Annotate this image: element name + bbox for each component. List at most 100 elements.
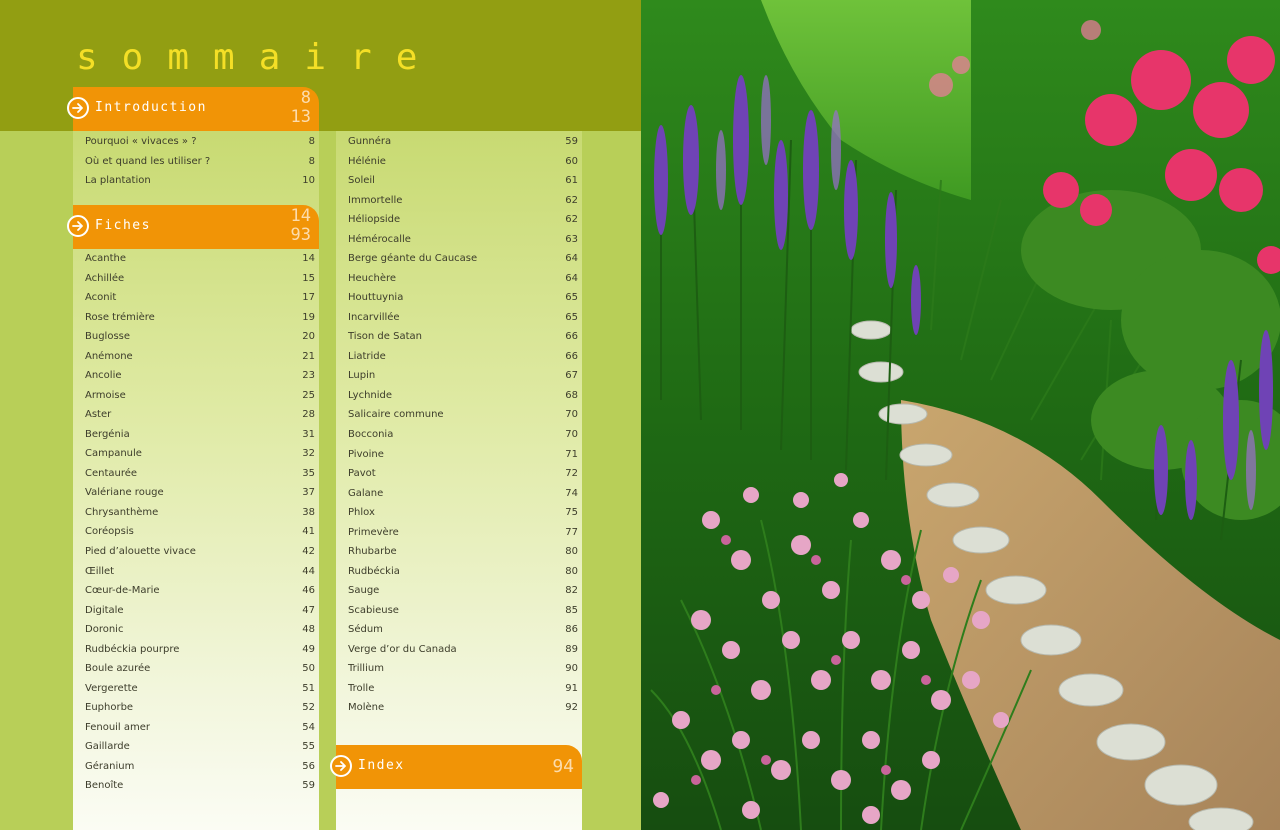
toc-entry[interactable]: Benoîte 59: [85, 776, 315, 796]
entry-page: 19: [302, 311, 315, 323]
toc-entry[interactable]: Phlox 75: [348, 503, 578, 523]
entry-page: 71: [565, 448, 578, 460]
toc-entry[interactable]: Hélénie 60: [348, 152, 578, 172]
entry-name: Pied d’alouette vivace: [85, 545, 196, 557]
toc-entry[interactable]: Géranium 56: [85, 756, 315, 776]
toc-entry[interactable]: Digitale 47: [85, 600, 315, 620]
toc-entry[interactable]: Trolle 91: [348, 678, 578, 698]
toc-entry[interactable]: Vergerette 51: [85, 678, 315, 698]
toc-entry[interactable]: Primevère 77: [348, 522, 578, 542]
entry-page: 35: [302, 467, 315, 479]
section-page-range: 14 93: [271, 207, 311, 245]
entry-page: 70: [565, 428, 578, 440]
toc-entry[interactable]: Lychnide 68: [348, 386, 578, 406]
toc-entry[interactable]: Pourquoi « vivaces » ? 8: [85, 132, 315, 152]
toc-entry[interactable]: Armoise 25: [85, 386, 315, 406]
toc-entry[interactable]: Pivoine 71: [348, 444, 578, 464]
toc-entry[interactable]: Campanule 32: [85, 444, 315, 464]
entry-page: 46: [302, 585, 315, 597]
section-page: 94: [552, 756, 574, 777]
toc-entry[interactable]: Rhubarbe 80: [348, 542, 578, 562]
toc-entry[interactable]: Rudbéckia pourpre 49: [85, 639, 315, 659]
toc-entry[interactable]: Liatride 66: [348, 347, 578, 367]
toc-entry[interactable]: Rose trémière 19: [85, 308, 315, 328]
entry-page: 61: [565, 175, 578, 187]
toc-entry[interactable]: Lupin 67: [348, 366, 578, 386]
toc-entry[interactable]: Centaurée 35: [85, 464, 315, 484]
entry-name: Achillée: [85, 272, 125, 284]
toc-entry[interactable]: Rudbéckia 80: [348, 561, 578, 581]
entry-page: 65: [565, 292, 578, 304]
toc-entry[interactable]: Buglosse 20: [85, 327, 315, 347]
toc-entry[interactable]: Où et quand les utiliser ? 8: [85, 152, 315, 172]
toc-entry[interactable]: Valériane rouge 37: [85, 483, 315, 503]
toc-entry[interactable]: Soleil 61: [348, 171, 578, 191]
section-header-introduction[interactable]: Introduction 8 13: [67, 87, 319, 131]
section-label: Index: [358, 758, 405, 773]
section-header-fiches[interactable]: Fiches 14 93: [67, 205, 319, 249]
toc-entry[interactable]: Œillet 44: [85, 561, 315, 581]
toc-entry[interactable]: Immortelle 62: [348, 191, 578, 211]
toc-entry[interactable]: Bocconia 70: [348, 425, 578, 445]
entry-name: Rose trémière: [85, 311, 155, 323]
toc-entry[interactable]: Boule azurée 50: [85, 659, 315, 679]
toc-entry[interactable]: Incarvillée 65: [348, 308, 578, 328]
garden-photo: [641, 0, 1280, 830]
entry-name: Gunnéra: [348, 136, 392, 148]
entry-name: Rudbéckia pourpre: [85, 643, 180, 655]
toc-entry[interactable]: Gunnéra 59: [348, 132, 578, 152]
entry-page: 28: [302, 409, 315, 421]
toc-entry[interactable]: Sédum 86: [348, 620, 578, 640]
arrow-right-icon: [330, 755, 352, 777]
entry-name: Molène: [348, 702, 385, 714]
section-header-index[interactable]: Index 94: [330, 745, 582, 789]
toc-entry[interactable]: Tison de Satan 66: [348, 327, 578, 347]
entry-name: Aconit: [85, 292, 117, 304]
toc-entry[interactable]: Aconit 17: [85, 288, 315, 308]
fiches-list-column-1: Acanthe 14 Achillée 15 Aconit 17 Rose trémière…: [85, 249, 315, 795]
toc-entry[interactable]: Acanthe 14: [85, 249, 315, 269]
toc-entry[interactable]: Ancolie 23: [85, 366, 315, 386]
toc-entry[interactable]: Molène 92: [348, 698, 578, 718]
toc-entry[interactable]: Euphorbe 52: [85, 698, 315, 718]
entry-page: 48: [302, 624, 315, 636]
toc-entry[interactable]: Sauge 82: [348, 581, 578, 601]
toc-entry[interactable]: Doronic 48: [85, 620, 315, 640]
toc-entry[interactable]: La plantation 10: [85, 171, 315, 191]
toc-entry[interactable]: Heuchère 64: [348, 269, 578, 289]
toc-entry[interactable]: Trillium 90: [348, 659, 578, 679]
toc-entry[interactable]: Aster 28: [85, 405, 315, 425]
toc-entry[interactable]: Galane 74: [348, 483, 578, 503]
entry-page: 49: [302, 643, 315, 655]
toc-entry[interactable]: Cœur-de-Marie 46: [85, 581, 315, 601]
entry-page: 44: [302, 565, 315, 577]
toc-entry[interactable]: Fenouil amer 54: [85, 717, 315, 737]
toc-entry[interactable]: Pied d’alouette vivace 42: [85, 542, 315, 562]
toc-entry[interactable]: Chrysanthème 38: [85, 503, 315, 523]
toc-entry[interactable]: Coréopsis 41: [85, 522, 315, 542]
entry-name: Berge géante du Caucase: [348, 253, 478, 265]
toc-entry[interactable]: Pavot 72: [348, 464, 578, 484]
toc-entry[interactable]: Anémone 21: [85, 347, 315, 367]
entry-page: 74: [565, 487, 578, 499]
entry-page: 80: [565, 565, 578, 577]
entry-name: Primevère: [348, 526, 399, 538]
entry-name: Valériane rouge: [85, 487, 164, 499]
toc-entry[interactable]: Verge d’or du Canada 89: [348, 639, 578, 659]
entry-name: Rhubarbe: [348, 546, 397, 558]
toc-entry[interactable]: Houttuynia 65: [348, 288, 578, 308]
toc-entry[interactable]: Hémérocalle 63: [348, 230, 578, 250]
toc-entry[interactable]: Gaillarde 55: [85, 737, 315, 757]
toc-entry[interactable]: Scabieuse 85: [348, 600, 578, 620]
toc-entry[interactable]: Achillée 15: [85, 269, 315, 289]
entry-page: 21: [302, 350, 315, 362]
toc-entry[interactable]: Bergénia 31: [85, 425, 315, 445]
toc-entry[interactable]: Héliopside 62: [348, 210, 578, 230]
introduction-list: Pourquoi « vivaces » ? 8 Où et quand les …: [85, 132, 315, 191]
toc-entry[interactable]: Berge géante du Caucase 64: [348, 249, 578, 269]
toc-entry[interactable]: Salicaire commune 70: [348, 405, 578, 425]
entry-name: Galane: [348, 487, 384, 499]
entry-name: Euphorbe: [85, 702, 134, 714]
entry-page: 20: [302, 331, 315, 343]
entry-name: Bergénia: [85, 428, 130, 440]
